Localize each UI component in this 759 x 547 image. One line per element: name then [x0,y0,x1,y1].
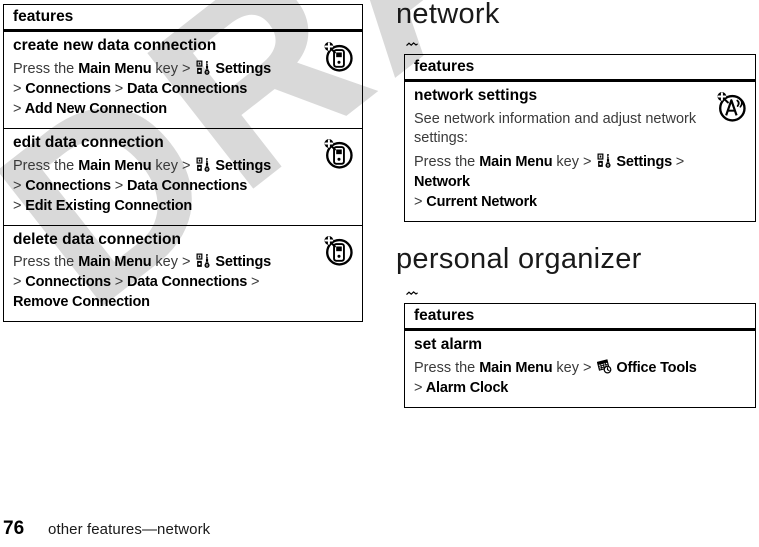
settings-icon [196,60,211,75]
feature-menu-path: > Alarm Clock [414,378,746,398]
path-text: Press the [13,254,79,271]
feature-description: See network information and adjust netwo… [414,110,697,147]
path-text: > [583,359,592,376]
feature-row: delete data connection Press the Main Men… [4,224,362,322]
features-table-data-connections: features create new data connection Press… [3,4,363,323]
table-header-features: features [405,304,755,332]
path-text: key [151,60,183,77]
path-text: > [250,274,260,291]
feature-menu-path: > Current Network [414,192,711,212]
path-text: > [583,153,592,170]
feature-row: edit data connection Press the Main Menu … [4,127,362,225]
feature-title: edit data connection [13,133,164,151]
feature-menu-path: > Edit Existing Connection [13,196,318,216]
path-text: > [182,60,191,77]
menu-item-name: Office Tools [612,359,697,376]
menu-item-name: Main Menu [78,60,152,77]
path-text: key [151,254,183,271]
path-text [191,254,195,270]
menu-item-name: Main Menu [78,157,152,174]
edit-data-connection-icon [320,135,356,171]
feature-row: set alarm Press the Main Menu key > Offic… [405,331,755,407]
path-text: key [552,153,584,170]
menu-item-name: Current Network [422,193,537,210]
menu-item-name: Data Connections [123,177,248,194]
manual-page: features create new data connection Press… [0,0,759,547]
tick-mark-icon [406,291,418,296]
feature-menu-path: Press the Main Menu key > Settings [13,156,318,176]
menu-item-name: Main Menu [78,254,152,271]
path-text [592,154,596,170]
table-header-features: features [4,5,362,33]
table-body: create new data connection Press the Main… [4,32,362,321]
menu-item-name: Alarm Clock [422,379,509,396]
menu-item-name: Settings [211,254,271,271]
menu-item-name: Settings [612,153,676,170]
feature-menu-path: Press the Main Menu key > Office Tools [414,358,746,378]
menu-item-name: Main Menu [479,359,553,376]
menu-item-name: Add New Connection [21,100,167,117]
office-tools-icon [596,359,612,374]
path-text [592,360,596,376]
path-text: > [114,274,124,291]
feature-menu-path: > Connections > Data Connections [13,79,318,99]
path-text: key [552,359,584,376]
feature-row: create new data connection Press the Main… [4,32,362,128]
menu-item-name: Connections [21,80,115,97]
path-text: > [182,254,191,271]
footer-section-title: other features—network [48,521,211,538]
menu-item-name: Edit Existing Connection [21,197,193,214]
path-text: Press the [13,157,79,174]
feature-menu-path: > Add New Connection [13,99,318,119]
path-text: Press the [414,153,480,170]
feature-menu-path: > Connections > Data Connections > Remov… [13,272,318,312]
menu-item-name: Data Connections [123,80,248,97]
feature-menu-path: > Connections > Data Connections [13,176,318,196]
feature-menu-path: Press the Main Menu key > Settings [13,252,318,272]
page-footer: 76 other features—network [3,517,523,541]
settings-icon [196,157,211,172]
menu-item-name: Connections [21,274,115,291]
features-table-personal-organizer: features set alarm Press the Main Menu ke… [404,303,756,408]
table-header-features: features [405,55,755,83]
menu-item-name: Connections [21,177,115,194]
menu-item-name: Remove Connection [13,294,150,311]
path-text: Press the [414,359,480,376]
feature-title: network settings [414,87,538,105]
new-data-connection-icon [320,38,356,74]
path-text: key [151,157,183,174]
feature-menu-path: Press the Main Menu key > Settings > Net… [414,152,711,192]
settings-icon [597,153,612,168]
path-text: > [114,80,124,97]
settings-icon [196,253,211,268]
menu-item-name: Settings [211,157,271,174]
menu-item-name: Data Connections [123,274,251,291]
path-text [191,158,195,174]
menu-item-name: Settings [211,60,271,77]
menu-item-name: Main Menu [479,153,553,170]
path-text: > [114,177,124,194]
path-text: > [675,153,685,170]
path-text: Press the [13,60,79,77]
section-heading-network: network [396,0,500,30]
tick-mark-icon [406,42,418,47]
table-body: network settings See network information … [405,82,755,220]
feature-menu-path: Press the Main Menu key > Settings [13,59,318,79]
footer-page-number: 76 [3,518,25,539]
path-text [191,61,195,77]
feature-title: set alarm [414,336,483,354]
feature-title: delete data connection [13,230,181,248]
path-text: > [182,157,191,174]
network-settings-icon [713,88,749,124]
features-table-network: features network settings See network inf… [404,54,756,222]
menu-item-name: Network [414,173,470,190]
delete-data-connection-icon [320,232,356,268]
section-heading-personal-organizer: personal organizer [396,243,642,275]
feature-title: create new data connection [13,37,217,55]
table-body: set alarm Press the Main Menu key > Offic… [405,331,755,407]
feature-row: network settings See network information … [405,82,755,220]
